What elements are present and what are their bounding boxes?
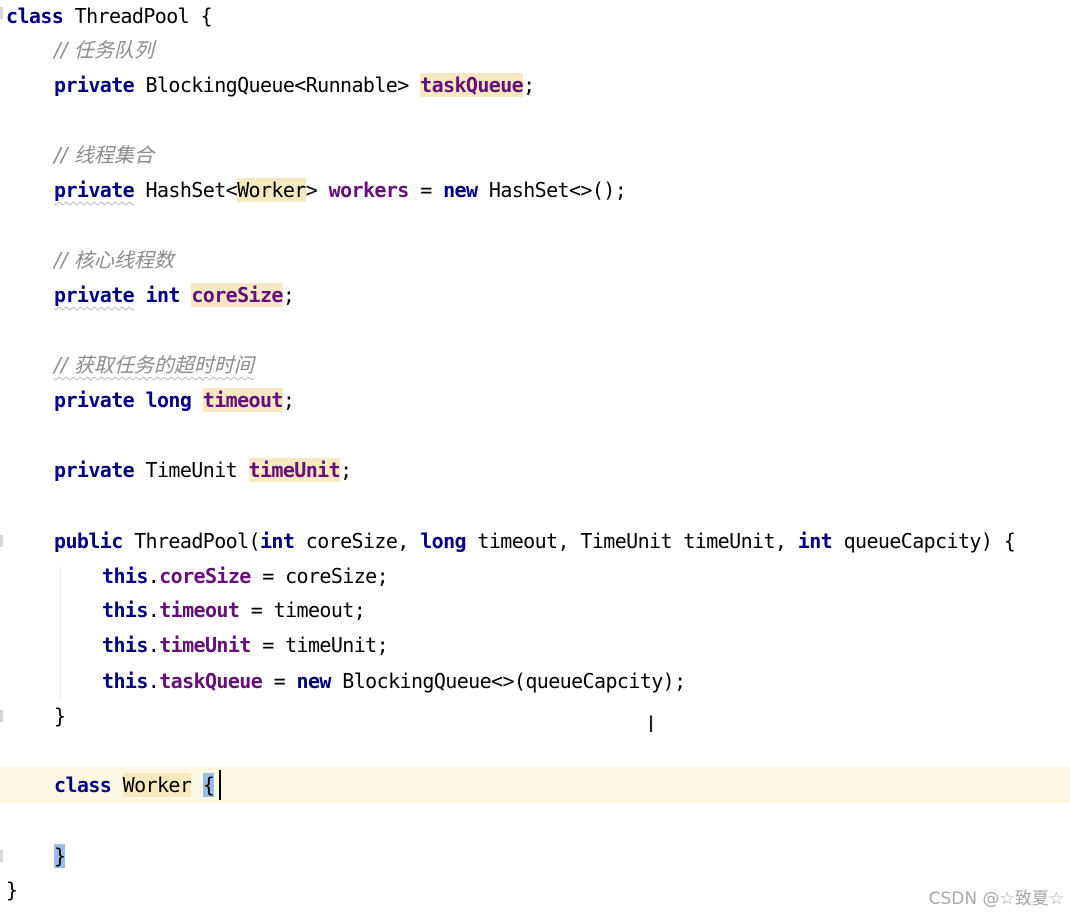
code-line-12[interactable]: private long timeout; <box>54 384 295 416</box>
keyword-long: long <box>145 388 192 412</box>
dot: . <box>147 564 160 588</box>
keyword-private: private <box>54 73 135 97</box>
code-line-6[interactable]: private HashSet<Worker> workers = new Ha… <box>54 174 627 206</box>
code-line-21[interactable]: } <box>54 700 66 732</box>
class-worker: Worker <box>122 773 192 797</box>
keyword-private: private <box>54 388 135 412</box>
keyword-int: int <box>797 529 833 553</box>
code-line-14[interactable]: private TimeUnit timeUnit; <box>54 454 352 486</box>
type-close: > <box>305 178 318 202</box>
code-line-5[interactable]: // 线程集合 <box>54 139 154 171</box>
code-line-17[interactable]: this.coreSize = coreSize; <box>102 560 389 592</box>
code-editor[interactable]: class ThreadPool { // 任务队列 private Block… <box>0 0 1070 915</box>
semicolon: ; <box>523 73 535 97</box>
code-line-9[interactable]: private int coreSize; <box>54 279 295 311</box>
code-line-20[interactable]: this.taskQueue = new BlockingQueue<>(que… <box>102 665 686 697</box>
gutter-fold-marker[interactable] <box>0 7 3 19</box>
constructor-name: ThreadPool( <box>134 529 260 553</box>
assignment: = timeUnit; <box>250 633 389 657</box>
keyword-long: long <box>420 529 466 553</box>
field-task-queue: taskQueue <box>159 669 263 693</box>
close-brace: } <box>54 704 66 728</box>
param-time-unit: TimeUnit timeUnit, <box>580 529 787 553</box>
type-name: BlockingQueue<Runnable> <box>145 73 410 97</box>
operator: = <box>420 178 432 202</box>
code-line-18[interactable]: this.timeout = timeout; <box>102 594 366 626</box>
close-brace: } <box>6 878 18 902</box>
field-time-unit: timeUnit <box>248 458 341 482</box>
assignment: = <box>262 669 297 693</box>
gutter-fold-marker[interactable] <box>0 535 3 547</box>
code-line-19[interactable]: this.timeUnit = timeUnit; <box>102 629 389 661</box>
assignment: = coreSize; <box>250 564 389 588</box>
semicolon: ; <box>282 283 295 307</box>
comment: // 线程集合 <box>54 143 154 167</box>
keyword-this: this <box>102 633 148 657</box>
assignment: = timeout; <box>239 598 366 622</box>
field-core-size: coreSize <box>191 283 283 307</box>
type-name: HashSet< <box>145 178 238 202</box>
code-line-11[interactable]: // 获取任务的超时时间 <box>54 349 254 381</box>
param-timeout: timeout, <box>477 529 569 553</box>
code-line-26[interactable]: } <box>6 874 18 906</box>
code-line-8[interactable]: // 核心线程数 <box>54 244 174 276</box>
expression: BlockingQueue<>(queueCapcity); <box>330 669 686 693</box>
field-core-size: coreSize <box>159 564 251 588</box>
keyword-class: class <box>6 4 64 28</box>
field-timeout: timeout <box>159 598 240 622</box>
keyword-class: class <box>54 773 112 797</box>
field-timeout: timeout <box>202 388 283 412</box>
open-brace: { <box>200 4 213 28</box>
gutter-fold-marker[interactable] <box>0 850 3 862</box>
keyword-this: this <box>102 669 148 693</box>
field-task-queue: taskQueue <box>420 73 524 97</box>
code-line-23[interactable]: class Worker { <box>54 769 215 801</box>
text-caret <box>219 770 221 800</box>
i-beam-cursor-icon: I <box>647 713 655 738</box>
code-line-16[interactable]: public ThreadPool(int coreSize, long tim… <box>54 525 1016 557</box>
semicolon: ; <box>340 458 352 482</box>
code-line-2[interactable]: // 任务队列 <box>54 34 154 66</box>
type-worker: Worker <box>237 178 306 202</box>
keyword-int: int <box>145 283 181 307</box>
keyword-this: this <box>102 598 148 622</box>
gutter-fold-marker[interactable] <box>0 710 3 722</box>
keyword-new: new <box>296 669 332 693</box>
matched-close-brace: } <box>54 844 66 868</box>
field-workers: workers <box>328 178 410 202</box>
dot: . <box>147 633 160 657</box>
matched-open-brace: { <box>202 773 215 797</box>
keyword-int: int <box>259 529 295 553</box>
keyword-private: private <box>54 283 135 307</box>
comment: // 任务队列 <box>54 38 154 62</box>
keyword-private: private <box>54 178 135 202</box>
dot: . <box>147 669 160 693</box>
expression: HashSet<>(); <box>488 178 627 202</box>
semicolon: ; <box>282 388 295 412</box>
field-time-unit: timeUnit <box>159 633 251 657</box>
keyword-private: private <box>54 458 135 482</box>
code-line-1[interactable]: class ThreadPool { <box>6 0 213 32</box>
keyword-new: new <box>443 178 478 202</box>
dot: . <box>147 598 160 622</box>
param-queue-capcity: queueCapcity) { <box>843 529 1016 553</box>
param-core-size: coreSize, <box>305 529 410 553</box>
code-line-3[interactable]: private BlockingQueue<Runnable> taskQueu… <box>54 69 535 101</box>
indent-guide <box>60 567 61 699</box>
keyword-this: this <box>102 564 148 588</box>
comment: // 获取任务的超时时间 <box>54 353 254 377</box>
type-name: TimeUnit <box>145 458 238 482</box>
watermark: CSDN @☆致夏☆ <box>928 889 1064 909</box>
code-line-25[interactable]: } <box>54 840 66 872</box>
keyword-public: public <box>54 529 123 553</box>
class-name: ThreadPool <box>74 4 190 28</box>
comment: // 核心线程数 <box>54 248 174 272</box>
